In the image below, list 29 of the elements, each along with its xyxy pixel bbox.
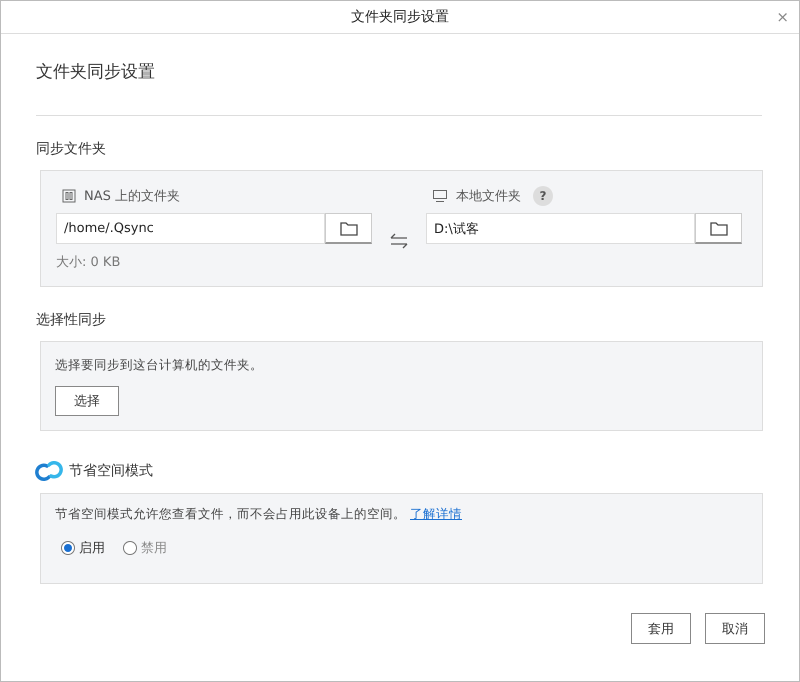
folder-icon: [340, 220, 358, 236]
description-text: 节省空间模式允许您查看文件，而不会占用此设备上的空间。 了解详情: [55, 506, 462, 521]
radio-button[interactable]: [61, 541, 75, 555]
section-label: 节省空间模式: [69, 462, 153, 480]
section-label: 同步文件夹: [36, 140, 107, 159]
sync-logo-icon: [35, 460, 63, 482]
learn-more-link[interactable]: 了解详情: [410, 506, 462, 521]
dialog-heading: 文件夹同步设置: [36, 61, 156, 84]
field-label: 本地文件夹: [456, 188, 521, 205]
help-badge[interactable]: ?: [533, 186, 553, 206]
close-button[interactable]: ×: [774, 9, 791, 25]
select-button[interactable]: 选择: [55, 386, 119, 416]
browse-button[interactable]: [695, 213, 742, 244]
description-text: 选择要同步到这台计算机的文件夹。: [55, 357, 263, 374]
swap-arrows-icon: [389, 233, 409, 249]
size-text: 大小: 0 KB: [56, 254, 122, 271]
apply-button[interactable]: 套用: [631, 613, 691, 644]
folder-icon: [710, 220, 728, 236]
server-icon: [62, 189, 76, 203]
window-title: 文件夹同步设置: [351, 8, 449, 26]
browse-button[interactable]: [325, 213, 372, 244]
section-label: 选择性同步: [36, 311, 107, 330]
cancel-button[interactable]: 取消: [705, 613, 765, 644]
radio-button[interactable]: [123, 541, 137, 555]
local-folder-field[interactable]: D:\试客: [426, 213, 695, 244]
field-label: NAS 上的文件夹: [84, 188, 180, 205]
monitor-icon: [432, 189, 448, 203]
nas-folder-field[interactable]: /home/.Qsync: [56, 213, 325, 244]
radio-option[interactable]: 启用: [61, 539, 105, 557]
